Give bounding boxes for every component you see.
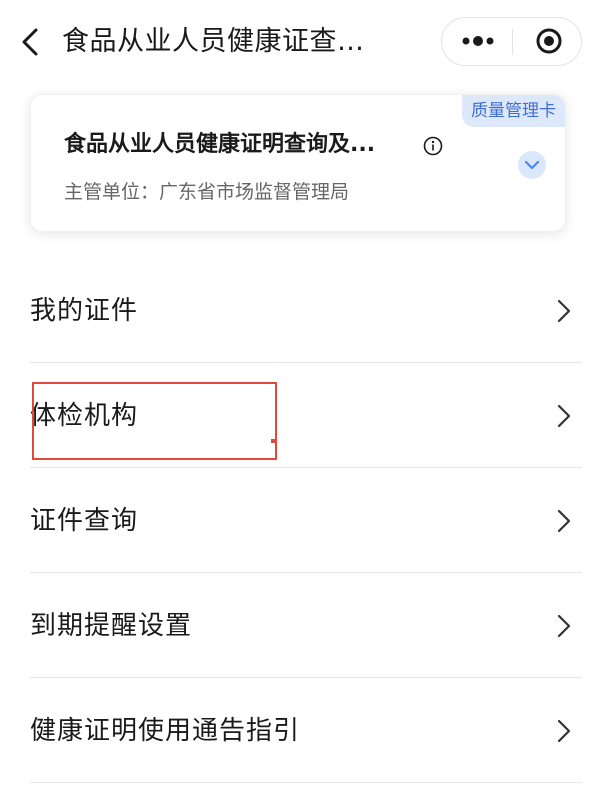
back-arrow-icon[interactable] [18, 26, 44, 58]
menu-item-label: 证件查询 [30, 506, 139, 536]
menu-item-label: 体检机构 [30, 401, 139, 431]
menu-item-label: 到期提醒设置 [30, 611, 193, 641]
chevron-right-icon [557, 509, 571, 533]
annotation-dot [271, 439, 275, 443]
chevron-right-icon [557, 614, 571, 638]
navigation-bar: 食品从业人员健康证查… [0, 0, 600, 88]
capsule-menu [441, 17, 582, 66]
info-icon[interactable] [423, 136, 443, 156]
menu-item-exam-institutions[interactable]: 体检机构 [30, 363, 582, 468]
menu-item-label: 健康证明使用通告指引 [30, 716, 301, 746]
menu-item-expiry-reminder[interactable]: 到期提醒设置 [30, 573, 582, 678]
menu-item-my-certificates[interactable]: 我的证件 [30, 258, 582, 363]
quality-management-badge: 质量管理卡 [462, 95, 565, 127]
menu-list: 我的证件 体检机构 证件查询 到期提醒设置 健康证明使用通告指引 [30, 258, 582, 783]
service-title: 食品从业人员健康证明查询及... [64, 132, 376, 157]
mini-program-page: 食品从业人员健康证查… 质量管理卡 食品从业人员健康证明查询及... 主管单位：… [0, 0, 600, 798]
chevron-right-icon [557, 299, 571, 323]
page-title: 食品从业人员健康证查… [62, 26, 365, 57]
more-dots-icon[interactable] [442, 18, 512, 64]
menu-item-usage-guide[interactable]: 健康证明使用通告指引 [30, 678, 582, 783]
authority-subtitle: 主管单位：广东省市场监督管理局 [64, 181, 350, 203]
menu-item-certificate-query[interactable]: 证件查询 [30, 468, 582, 573]
close-target-icon[interactable] [513, 18, 581, 64]
chevron-down-icon[interactable] [517, 150, 547, 180]
service-info-card: 质量管理卡 食品从业人员健康证明查询及... 主管单位：广东省市场监督管理局 [30, 94, 566, 232]
menu-item-label: 我的证件 [30, 296, 139, 326]
chevron-right-icon [557, 404, 571, 428]
chevron-right-icon [557, 719, 571, 743]
